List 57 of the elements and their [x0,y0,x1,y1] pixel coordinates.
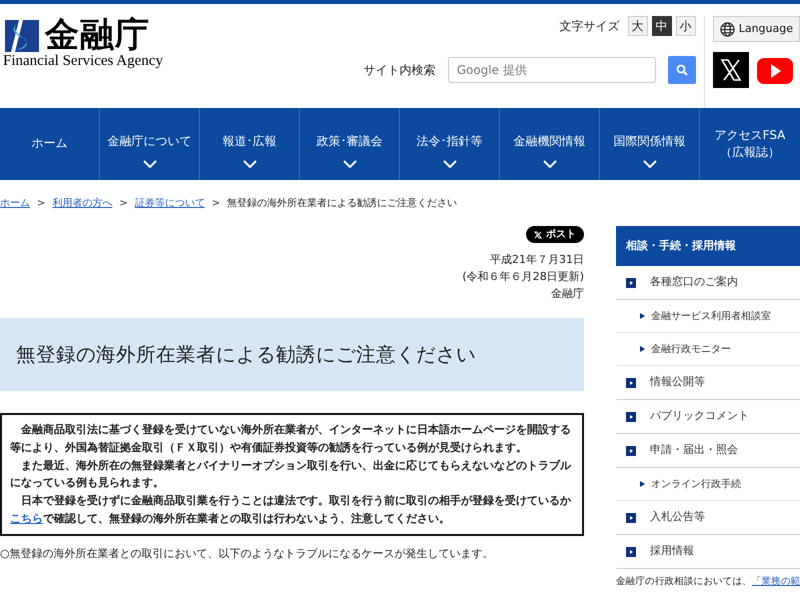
chevron-down-icon [442,160,456,170]
sidebar-note-link[interactable]: 「業務の範 [752,576,800,587]
search-field[interactable]: Google 提供 [448,57,656,83]
breadcrumb-current: 無登録の海外所在業者による勧誘にご注意ください [227,198,458,209]
page-title: 無登録の海外所在業者による勧誘にご注意ください [0,318,584,392]
arrow-square-icon [626,546,636,556]
search-icon [676,64,688,76]
sidebar-note: 金融庁の行政相談においては、「業務の範 [616,575,800,589]
notice-paragraph: 金融商品取引法に基づく登録を受けていない海外所在業者が、インターネットに日本語ホームページを開設する等により、外国為替証拠金取引（ＦＸ取引）や有価証券投資等の勧誘を行っている例が見受けられます。 [10,422,572,456]
sidebar-heading: 相談・手続・採用情報 [616,226,800,266]
x-logo-icon[interactable] [712,52,749,88]
nav-tab[interactable]: 政策･審議会 [300,108,400,180]
notice-paragraph: 日本で登録を受けずに金融商品取引業を行うことは違法です。取引を行う前に取引の相手が登録を受けているか こちらで確認して、無登録の海外所在業者との取引は行わないよう、注意してください。 [10,493,572,527]
arrow-square-icon [626,278,636,288]
date-text: (令和６年６月28日更新) [462,269,584,286]
font-size-button[interactable]: 大 [628,16,648,36]
search-button[interactable] [668,56,696,84]
arrow-square-icon [626,412,636,422]
arrow-square-icon [626,378,636,388]
breadcrumb-link[interactable]: 利用者の方へ [52,198,112,209]
chevron-down-icon [642,160,656,170]
nav-tab[interactable]: 国際関係情報 [600,108,700,180]
font-size-button[interactable]: 中 [652,16,672,36]
search-label: サイト内検索 [364,62,436,79]
triangle-icon [640,346,645,352]
triangle-icon [640,481,645,487]
chevron-down-icon [342,160,356,170]
chevron-down-icon [142,160,156,170]
font-size-button[interactable]: 小 [676,16,696,36]
breadcrumb-link[interactable]: 証券等について [134,198,205,209]
date-text: 金融庁 [551,286,584,302]
font-size-label: 文字サイズ [560,18,620,35]
nav-tab[interactable]: 法令･指針等 [400,108,500,180]
nav-tab[interactable]: アクセスFSA（広報誌） [700,108,800,180]
date-text: 平成21年７月31日 [490,252,584,268]
separator-text: > [119,198,128,209]
logo-text: 金融庁 [45,18,150,52]
triangle-icon [640,313,645,319]
chevron-down-icon [542,160,556,170]
separator-text: > [37,198,46,209]
x-logo-icon [534,230,542,238]
arrow-square-icon [626,446,636,456]
nav-tab[interactable]: 金融庁について [100,108,200,180]
separator-text: > [212,198,220,209]
globe-icon [720,22,735,36]
nav-tab[interactable]: ホーム [0,108,100,180]
logo-subtitle: Financial Services Agency [3,54,163,69]
intro-text: ○無登録の海外所在業者との取引において、以下のようなトラブルになるケースが発生しています。 [0,546,495,562]
notice-paragraph: また最近、海外所在の無登録業者とバイナリーオプション取引を行い、出金に応じてもらえないなどのトラブルになっている例も見られます。 [10,458,572,492]
notice-link[interactable]: こちら [10,512,43,525]
post-button[interactable]: ポスト [526,226,584,243]
nav-tab[interactable]: 報道･広報 [200,108,300,180]
language-button[interactable]: Language [712,16,800,42]
breadcrumb-link[interactable]: ホーム [0,198,30,209]
nav-tab[interactable]: 金融機関情報 [500,108,600,180]
arrow-square-icon [626,512,636,522]
chevron-down-icon [242,160,256,170]
